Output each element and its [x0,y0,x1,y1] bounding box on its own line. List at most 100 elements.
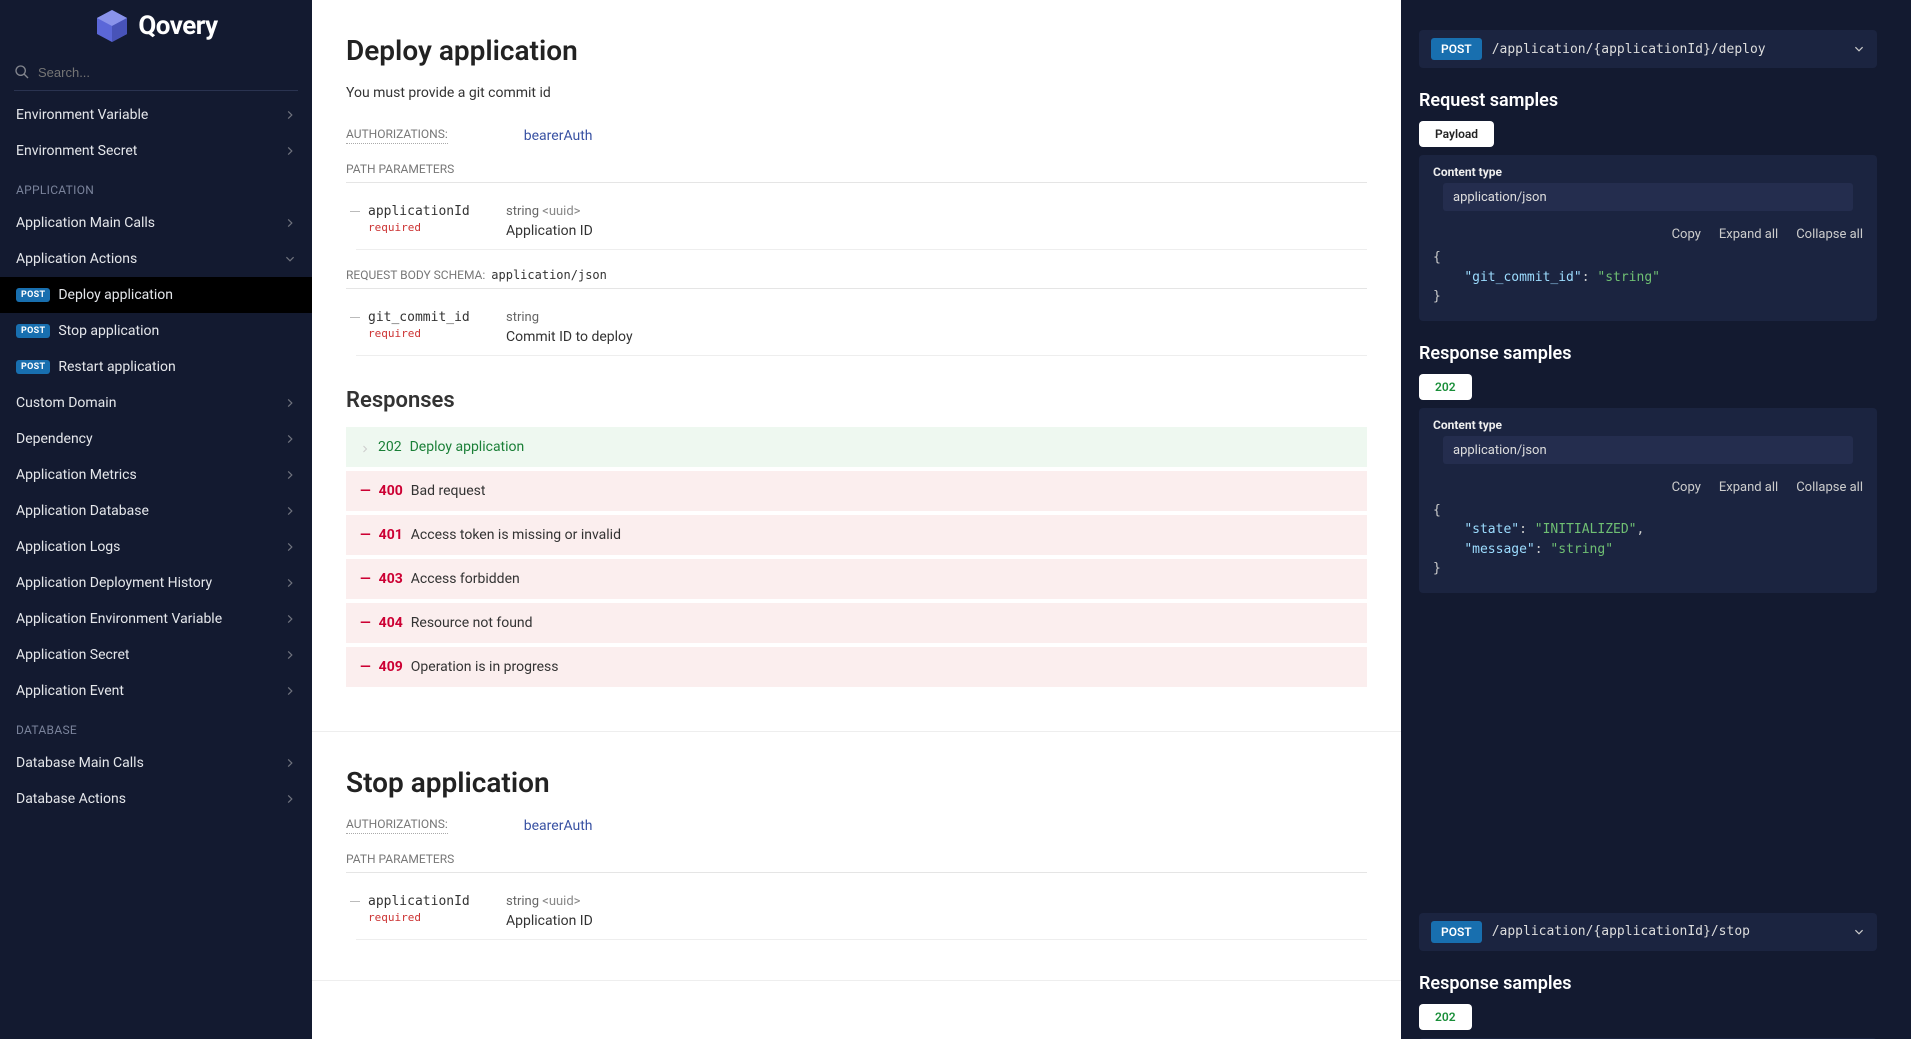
response-row-error[interactable]: —401Access token is missing or invalid [346,515,1367,555]
method-badge-post: POST [16,360,50,374]
param-name: applicationId [368,204,470,219]
sidebar-subitem[interactable]: POST Stop application [0,313,312,349]
method-badge-post: POST [16,288,50,302]
sidebar-item-label: Environment Secret [16,143,137,159]
collapse-all-button[interactable]: Collapse all [1796,227,1863,242]
sidebar-item-label: Stop application [58,323,159,339]
chevron-right-icon [284,757,296,769]
copy-button[interactable]: Copy [1672,227,1701,242]
sidebar-item[interactable]: Custom Domain [0,385,312,421]
api-section: Stop applicationAUTHORIZATIONS:bearerAut… [312,732,1401,981]
param-description: Application ID [506,223,1367,239]
response-code: 401 [379,527,403,543]
auth-link[interactable]: bearerAuth [524,128,593,144]
sidebar: Qovery Environment Variable Environment S… [0,0,312,1039]
response-row-ok[interactable]: 202Deploy application [346,427,1367,467]
required-label: required [368,221,506,234]
content-type-value: application/json [1453,443,1547,458]
logo[interactable]: Qovery [0,0,312,60]
sidebar-subitem[interactable]: POST Deploy application [0,277,312,313]
sidebar-item[interactable]: Environment Secret [0,133,312,169]
param-row: git_commit_idrequiredstringCommit ID to … [356,299,1367,356]
sidebar-item-label: Application Database [16,503,149,519]
chevron-right-icon [284,541,296,553]
sidebar-item-label: Deploy application [58,287,173,303]
content-type-value: application/json [1453,190,1547,205]
response-row-error[interactable]: —403Access forbidden [346,559,1367,599]
sidebar-item[interactable]: Application Environment Variable [0,601,312,637]
response-row-error[interactable]: —409Operation is in progress [346,647,1367,687]
path-parameters-heading: PATH PARAMETERS [346,162,1367,183]
sidebar-item[interactable]: Application Metrics [0,457,312,493]
collapse-all-button[interactable]: Collapse all [1796,480,1863,495]
response-row-error[interactable]: — 400 Bad request [346,471,1367,511]
sidebar-item[interactable]: Environment Variable [0,97,312,133]
dash-icon: — [360,659,371,675]
expand-all-button[interactable]: Expand all [1719,227,1778,242]
sidebar-item[interactable]: Application Logs [0,529,312,565]
sidebar-subitem[interactable]: POSTRestart application [0,349,312,385]
sidebar-item[interactable]: Application Main Calls [0,205,312,241]
endpoint-path: /application/{applicationId}/stop [1492,924,1843,939]
sidebar-item[interactable]: Application Deployment History [0,565,312,601]
sidebar-item[interactable]: Application Actions [0,241,312,277]
response-message: Bad request [411,483,486,499]
sidebar-item-label: Environment Variable [16,107,148,123]
sidebar-item[interactable]: Application Secret [0,637,312,673]
sidebar-item-label: Application Secret [16,647,129,663]
sidebar-item[interactable]: Database Main Calls [0,745,312,781]
response-code: 400 [379,483,403,499]
sidebar-item[interactable]: Application Event [0,673,312,709]
nav-section-label: DATABASE [0,709,312,745]
expand-all-button[interactable]: Expand all [1719,480,1778,495]
chevron-right-icon [284,649,296,661]
chevron-down-icon [1853,926,1865,938]
endpoint-block: POST/application/{applicationId}/stop [1419,913,1877,951]
method-badge-post: POST [16,324,50,338]
param-name: applicationId [368,894,470,909]
sidebar-item[interactable]: Database Actions [0,781,312,817]
search-row[interactable] [0,60,312,90]
response-row-error[interactable]: —404Resource not found [346,603,1367,643]
response-message: Access token is missing or invalid [411,527,621,543]
required-label: required [368,327,506,340]
auth-link[interactable]: bearerAuth [524,818,593,834]
response-message: Resource not found [411,615,533,631]
search-input[interactable] [38,65,298,80]
response-message: Access forbidden [411,571,520,587]
method-badge-post: POST [1431,921,1482,943]
endpoint-bar[interactable]: POST/application/{applicationId}/deploy [1419,30,1877,68]
code-body: { "git_commit_id": "string" } [1419,248,1877,307]
copy-button[interactable]: Copy [1672,480,1701,495]
content-type-label: Content type [1433,418,1863,432]
endpoint-bar[interactable]: POST/application/{applicationId}/stop [1419,913,1877,951]
method-badge-post: POST [1431,38,1482,60]
path-parameters-heading: PATH PARAMETERS [346,852,1367,873]
code-body: { "state": "INITIALIZED", "message": "st… [1419,501,1877,579]
response-samples-heading: Response samples [1419,343,1877,364]
sidebar-item-label: Application Deployment History [16,575,212,591]
dash-icon: — [360,571,371,587]
param-description: Commit ID to deploy [506,329,1367,345]
content-type-label: Content type [1433,165,1863,179]
dash-icon: — [360,483,371,499]
code-card: Content type application/json Copy Expand a… [1419,408,1877,593]
payload-tab[interactable]: Payload [1419,121,1494,147]
section-description: You must provide a git commit id [346,85,1367,101]
param-row: applicationId requiredstring <uuid> Applic… [356,193,1367,250]
sidebar-item-label: Application Environment Variable [16,611,222,627]
api-section: Deploy application You must provide a git… [312,0,1401,732]
sidebar-item[interactable]: Application Database [0,493,312,529]
response-tab[interactable]: 202 [1419,1004,1472,1030]
logo-text: Qovery [138,11,217,41]
chevron-right-icon [284,109,296,121]
chevron-right-icon [360,442,370,452]
right-panel: POST/application/{applicationId}/deploy R… [1401,0,1911,1039]
response-tab[interactable]: 202 [1419,374,1472,400]
section-title: Deploy application [346,34,1367,67]
responses-heading: Responses [346,388,1367,413]
sidebar-item[interactable]: Dependency [0,421,312,457]
sidebar-item-label: Application Actions [16,251,137,267]
response-code: 404 [379,615,403,631]
param-type: string <uuid> [506,204,580,219]
